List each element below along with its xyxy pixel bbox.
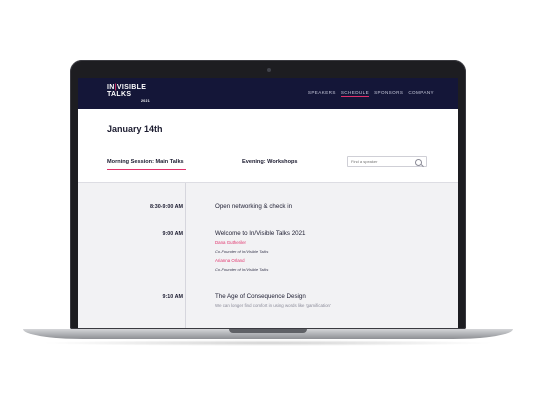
- speaker-name[interactable]: Arianna Orland: [215, 258, 245, 263]
- tab-morning-session[interactable]: Morning Session: Main Talks: [107, 159, 186, 170]
- event-title[interactable]: Welcome to In/Visible Talks 2021: [215, 230, 305, 237]
- schedule-divider: [185, 183, 186, 328]
- logo-text-in: IN: [107, 84, 115, 91]
- speaker-name[interactable]: Dana Gutheriler: [215, 240, 246, 245]
- tab-evening-workshops[interactable]: Evening: Workshops: [242, 159, 298, 165]
- event-title[interactable]: The Age of Consequence Design: [215, 293, 306, 300]
- search-icon[interactable]: [415, 159, 422, 166]
- event-description: We can longer find comfort in using word…: [215, 303, 331, 308]
- schedule-time: 8:30-9:00 AM: [149, 204, 183, 210]
- page-title: January 14th: [107, 124, 163, 134]
- schedule-time: 9:10 AM: [162, 294, 183, 300]
- laptop-lid: IN|VISIBLE TALKS 2021 SPEAKERS SCHEDULE …: [70, 60, 466, 329]
- schedule-time: 9:00 AM: [162, 231, 183, 237]
- main-nav: SPEAKERS SCHEDULE SPONSORS COMPANY: [308, 90, 434, 97]
- schedule-list: 8:30-9:00 AM Open networking & check in …: [78, 182, 458, 328]
- laptop-screen: IN|VISIBLE TALKS 2021 SPEAKERS SCHEDULE …: [78, 78, 458, 328]
- logo-year: 2021: [141, 99, 150, 103]
- laptop-notch: [229, 329, 307, 333]
- logo-text-visible: VISIBLE: [116, 84, 147, 91]
- nav-speakers[interactable]: SPEAKERS: [308, 90, 336, 97]
- speaker-role: Co-Founder of In/Visible Talks: [215, 249, 269, 254]
- event-title[interactable]: Open networking & check in: [215, 203, 292, 210]
- logo-line-1: IN|VISIBLE: [107, 84, 146, 91]
- site-header: IN|VISIBLE TALKS 2021 SPEAKERS SCHEDULE …: [78, 78, 458, 109]
- speaker-role: Co-Founder of In/Visible Talks: [215, 267, 269, 272]
- session-tabs: Morning Session: Main Talks Evening: Wor…: [107, 156, 437, 173]
- camera-icon: [267, 68, 271, 72]
- nav-company[interactable]: COMPANY: [408, 90, 434, 97]
- laptop-shadow: [40, 340, 496, 346]
- logo-text-talks: TALKS: [107, 91, 132, 98]
- nav-schedule[interactable]: SCHEDULE: [340, 90, 370, 97]
- site-logo[interactable]: IN|VISIBLE TALKS 2021: [107, 84, 150, 103]
- nav-sponsors[interactable]: SPONSORS: [374, 90, 403, 97]
